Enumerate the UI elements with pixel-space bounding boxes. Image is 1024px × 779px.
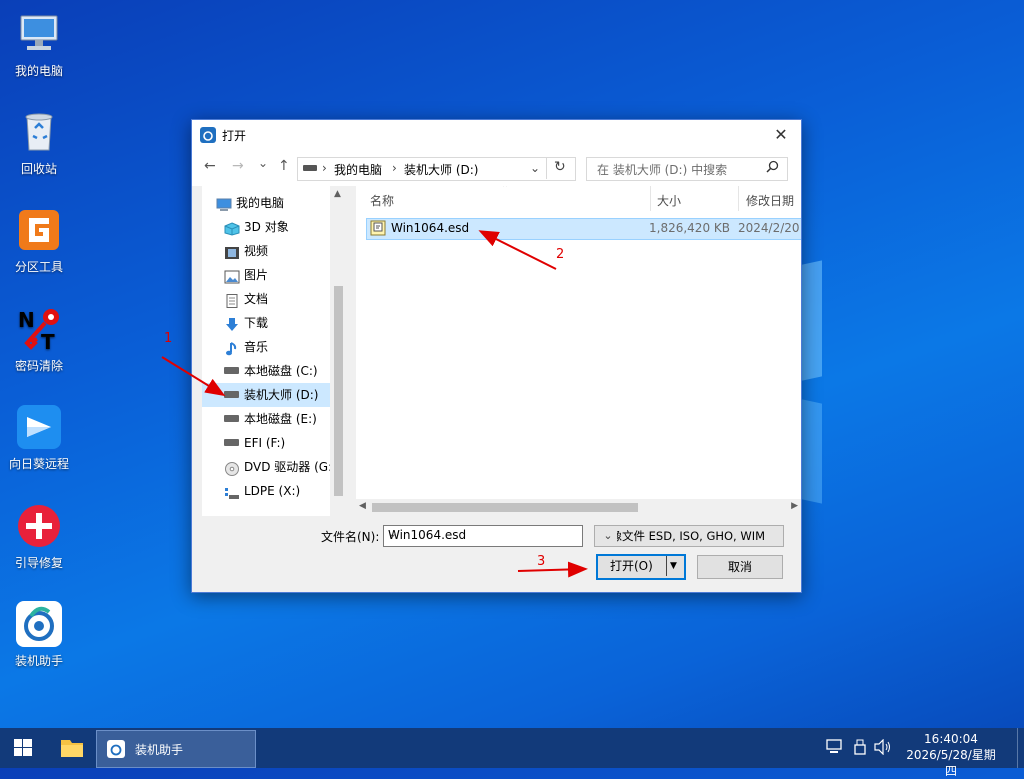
annotation-step-2: 2 (556, 247, 565, 262)
annotation-arrows (161, 230, 588, 578)
taskbar-clock[interactable]: 16:40:04 2026/5/28/星期四 (901, 731, 1001, 779)
windows-logo-icon (14, 739, 32, 756)
annotation-step-1: 1 (164, 331, 173, 346)
usb-device-icon[interactable] (854, 739, 866, 758)
taskbar: 装机助手 16:40:04 2026/5/28/星期四 (0, 728, 1024, 778)
start-button[interactable] (0, 728, 48, 768)
file-explorer-button[interactable] (50, 728, 94, 768)
folder-icon (61, 740, 83, 757)
arrow-step-3 (517, 561, 588, 578)
clock-date: 2026/5/28/星期四 (906, 748, 996, 778)
taskbar-app-install-assistant[interactable]: 装机助手 (96, 730, 256, 768)
clock-time: 16:40:04 (924, 732, 978, 746)
annotation-step-3: 3 (537, 554, 546, 569)
volume-icon[interactable] (874, 738, 892, 758)
show-desktop-button[interactable] (1017, 728, 1024, 768)
arrow-step-2 (478, 230, 557, 270)
install-assistant-icon (107, 740, 125, 761)
arrow-step-1 (161, 356, 226, 397)
network-icon[interactable] (826, 739, 844, 758)
